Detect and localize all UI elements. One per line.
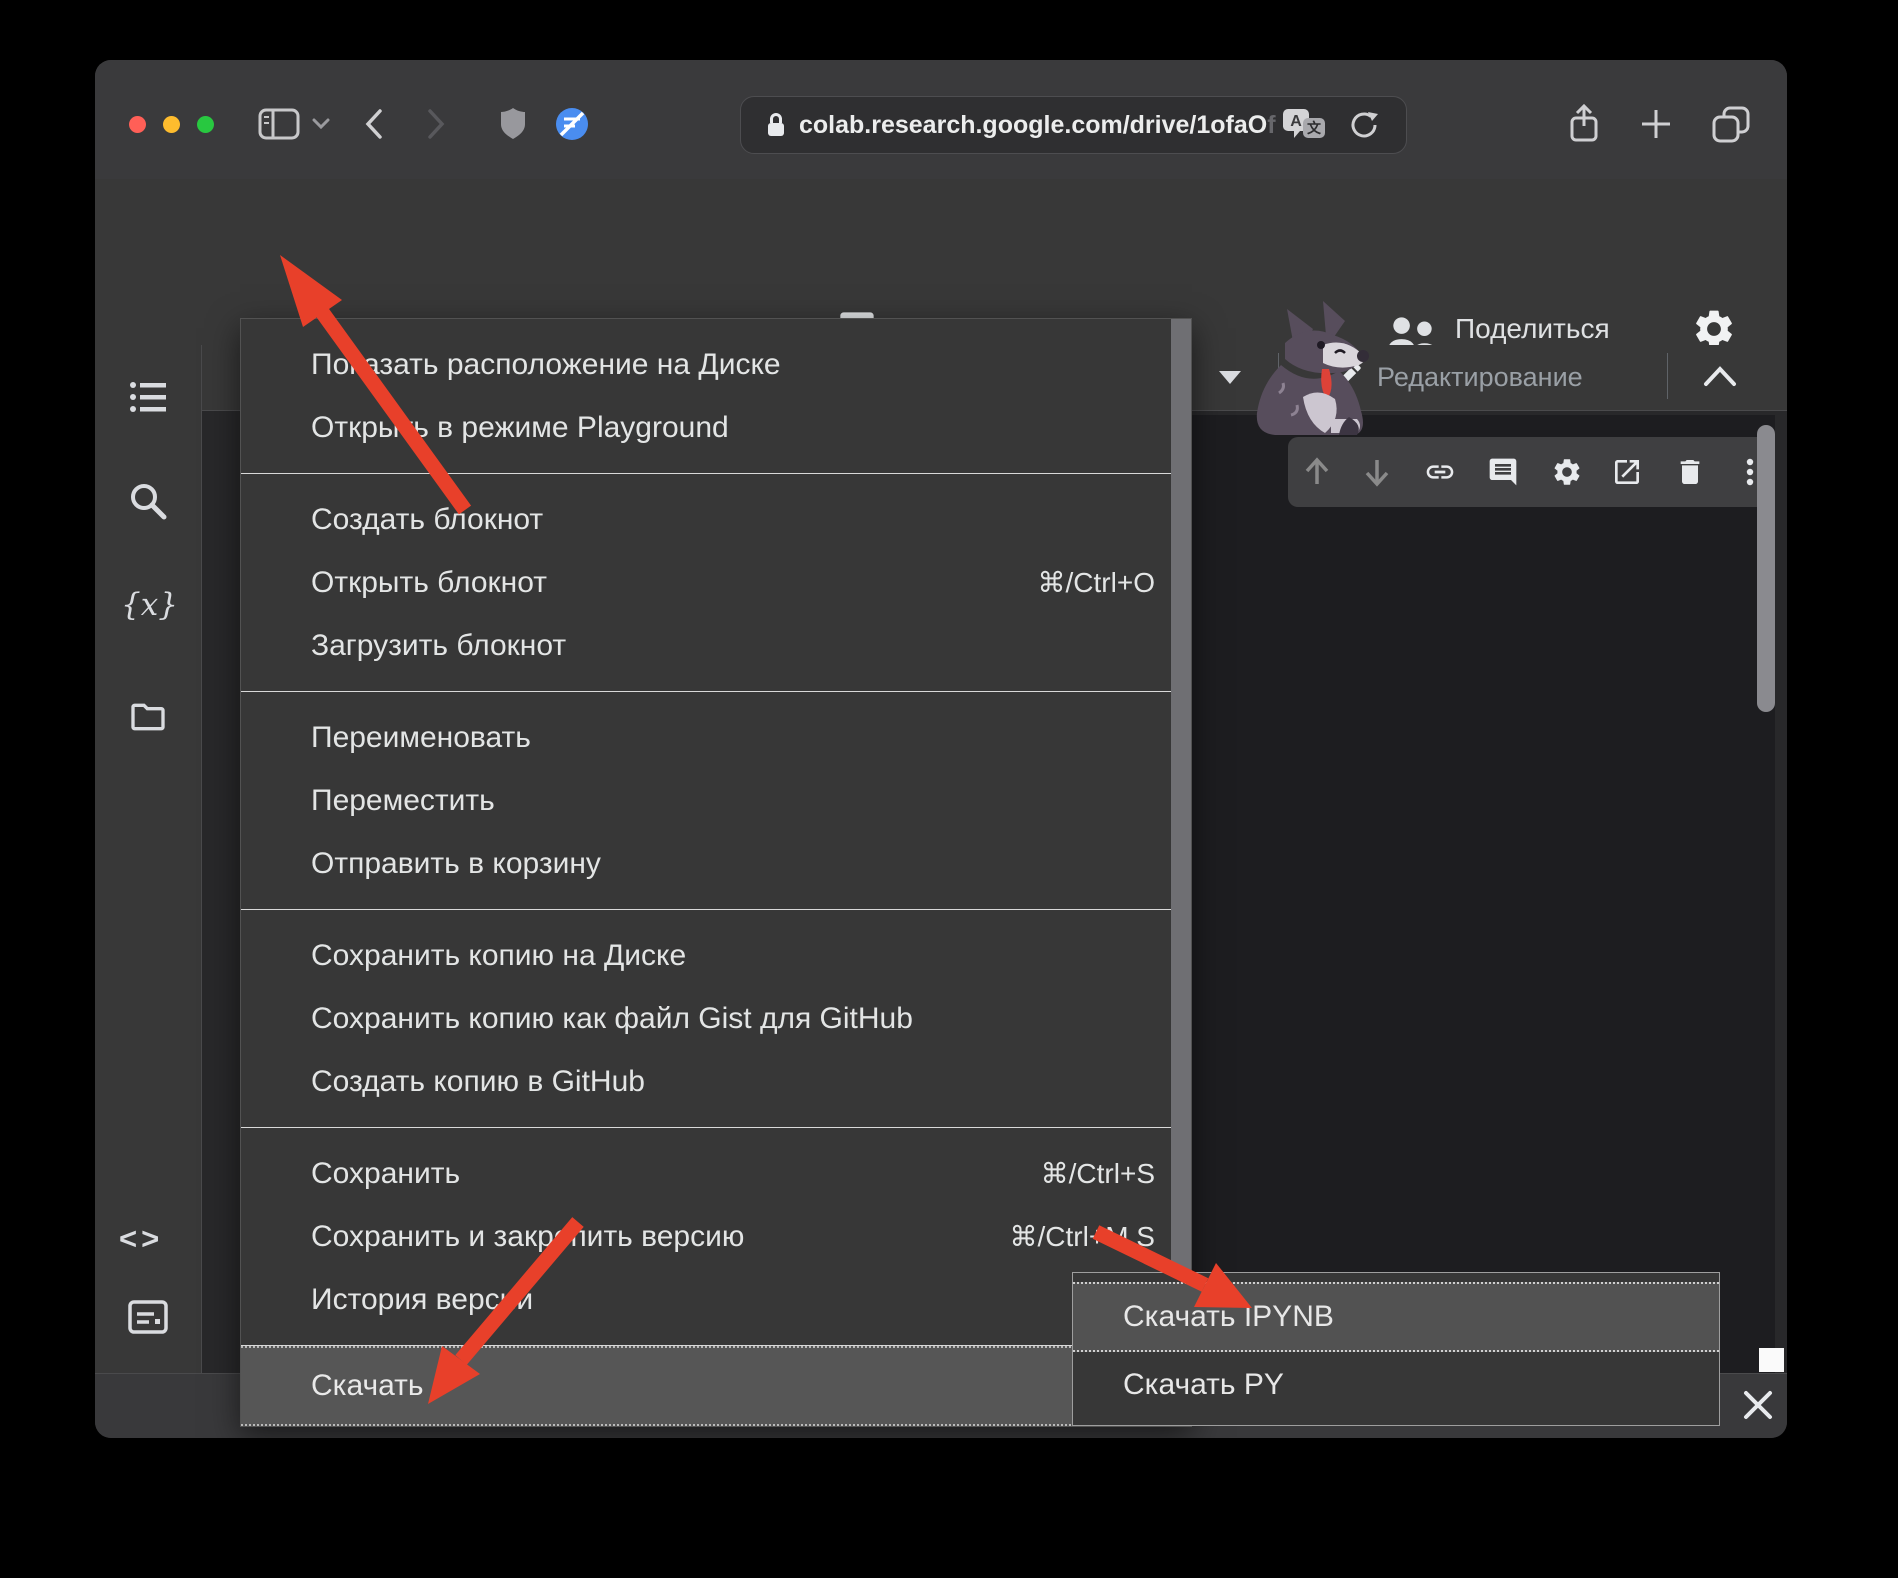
delete-cell-icon[interactable] [1674, 456, 1706, 488]
menu-shortcut: ⌘/Ctrl+O [1037, 567, 1155, 598]
content-blocker-icon[interactable] [555, 107, 589, 141]
connect-caret-icon[interactable] [1219, 371, 1241, 384]
download-submenu: Скачать IPYNB Скачать PY [1072, 1272, 1720, 1426]
menu-shortcut: ⌘/Ctrl+M S [1009, 1221, 1155, 1252]
link-icon[interactable] [1424, 456, 1456, 488]
browser-window: colab.research.google.com/drive/1ofaO f A… [95, 60, 1787, 1438]
search-icon[interactable] [128, 481, 168, 521]
url-text-faded: f [1267, 110, 1276, 139]
menu-section: Сохранить копию на Диске Сохранить копию… [241, 910, 1191, 1127]
menu-section: Показать расположение на Диске Открыть в… [241, 319, 1191, 473]
sidebar-toggle-icon[interactable] [258, 108, 300, 140]
share-page-icon[interactable] [1568, 104, 1600, 144]
svg-text:A: A [1290, 113, 1302, 130]
menu-item[interactable]: Открыть в режиме Playground [241, 396, 1191, 459]
menu-item[interactable]: Сохранить копию на Диске [241, 924, 1191, 987]
menu-item[interactable]: Сохранить и закрепить версию ⌘/Ctrl+M S [241, 1205, 1191, 1268]
menu-item[interactable]: Загрузить блокнот [241, 614, 1191, 677]
toc-icon[interactable] [128, 377, 168, 417]
collapse-header-icon[interactable] [1703, 365, 1737, 387]
menu-item[interactable]: Сохранить копию как файл Gist для GitHub [241, 987, 1191, 1050]
submenu-item-ipynb[interactable]: Скачать IPYNB [1073, 1282, 1719, 1352]
move-up-icon[interactable] [1301, 456, 1333, 488]
file-menu-dropdown: Показать расположение на Диске Открыть в… [240, 318, 1192, 1427]
translate-icon[interactable]: A 文 [1282, 108, 1326, 144]
url-text: colab.research.google.com/drive/1ofaO [799, 110, 1268, 139]
comment-cell-icon[interactable] [1487, 456, 1519, 488]
edit-mode-label: Редактирование [1377, 362, 1583, 392]
svg-text:文: 文 [1307, 120, 1322, 136]
scrollbar-thumb[interactable] [1757, 425, 1775, 712]
submenu-item-py[interactable]: Скачать PY [1073, 1352, 1719, 1418]
menu-item[interactable]: Переместить [241, 769, 1191, 832]
terminal-icon[interactable] [128, 1297, 168, 1337]
minimize-window-button[interactable] [163, 116, 180, 133]
screen: colab.research.google.com/drive/1ofaO f A… [0, 0, 1898, 1578]
zoom-window-button[interactable] [197, 116, 214, 133]
download-block: Скачать [241, 1345, 1191, 1426]
open-in-tab-icon[interactable] [1611, 456, 1643, 488]
code-snippets-icon[interactable]: <> [119, 1221, 163, 1257]
menu-item-download[interactable]: Скачать [241, 1346, 1171, 1426]
close-icon[interactable] [1741, 1388, 1775, 1422]
menu-item[interactable]: Переименовать [241, 706, 1191, 769]
files-icon[interactable] [128, 697, 168, 737]
url-bar[interactable]: colab.research.google.com/drive/1ofaO f A… [740, 96, 1407, 154]
share-button[interactable]: Поделиться [1455, 313, 1610, 345]
menu-section: Создать блокнот Открыть блокнот ⌘/Ctrl+O … [241, 474, 1191, 691]
back-icon[interactable] [365, 109, 383, 139]
browser-chrome: colab.research.google.com/drive/1ofaO f A… [95, 60, 1787, 180]
menu-scrollbar[interactable] [1171, 319, 1191, 1426]
lock-icon [768, 113, 784, 136]
tab-overview-icon[interactable] [1712, 106, 1752, 144]
cell-settings-icon[interactable] [1551, 456, 1583, 488]
left-sidebar: {x} <> [95, 345, 202, 1373]
menu-item[interactable]: Сохранить ⌘/Ctrl+S [241, 1142, 1191, 1205]
menu-item[interactable]: Открыть блокнот ⌘/Ctrl+O [241, 551, 1191, 614]
variables-icon[interactable]: {x} [121, 587, 178, 623]
close-window-button[interactable] [129, 116, 146, 133]
menu-item[interactable]: История версий [241, 1268, 1191, 1331]
menu-item[interactable]: Создать копию в GitHub [241, 1050, 1191, 1113]
menu-section: Переименовать Переместить Отправить в ко… [241, 692, 1191, 909]
reload-icon[interactable] [1348, 109, 1380, 141]
menu-section: Сохранить ⌘/Ctrl+S Сохранить и закрепить … [241, 1128, 1191, 1345]
forward-icon[interactable] [427, 109, 445, 139]
menu-item[interactable]: Отправить в корзину [241, 832, 1191, 895]
scrollbar-corner [1759, 1348, 1784, 1372]
menu-shortcut: ⌘/Ctrl+S [1040, 1158, 1155, 1189]
menu-item[interactable]: Создать блокнот [241, 488, 1191, 551]
privacy-shield-icon[interactable] [498, 106, 528, 142]
move-down-icon[interactable] [1361, 456, 1393, 488]
menu-item[interactable]: Показать расположение на Диске [241, 333, 1191, 396]
new-tab-icon[interactable] [1640, 108, 1672, 140]
corgi-dog-image [1256, 301, 1369, 435]
chevron-down-icon[interactable] [312, 118, 330, 130]
